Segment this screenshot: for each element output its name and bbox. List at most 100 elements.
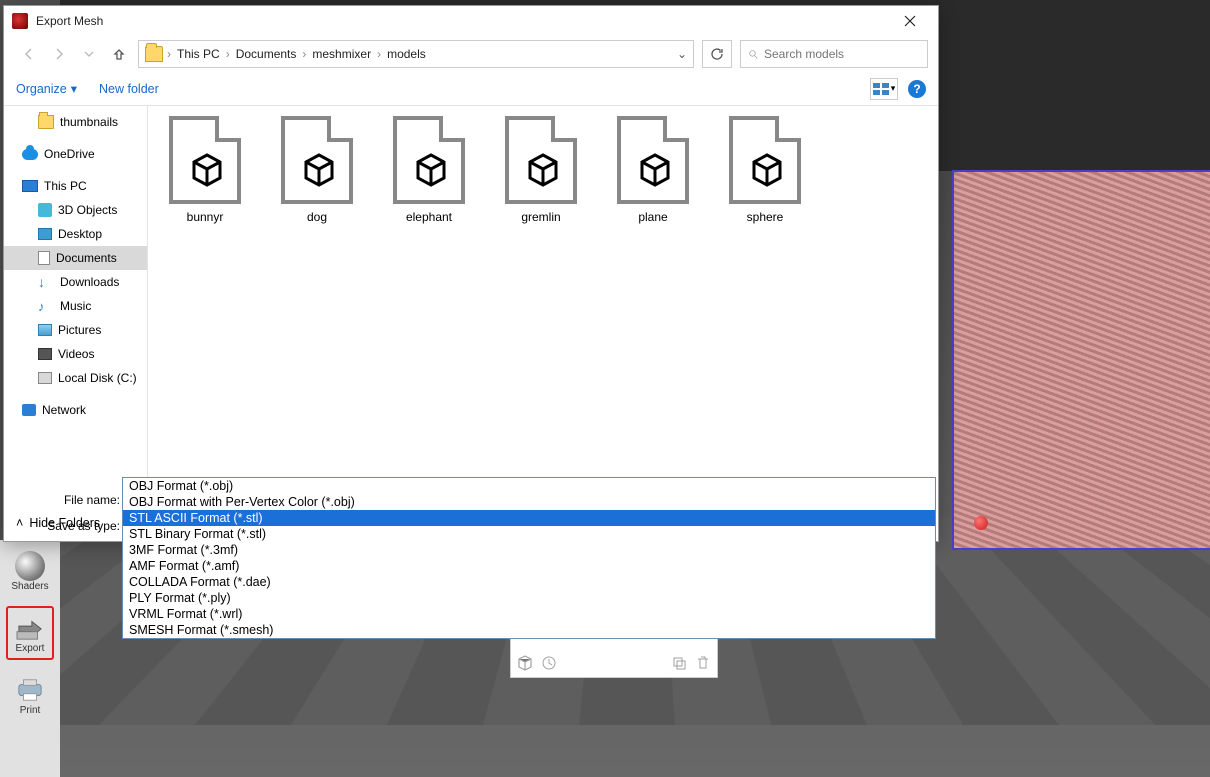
format-option[interactable]: COLLADA Format (*.dae) [123, 574, 935, 590]
tree-item-thumbnails[interactable]: thumbnails [4, 110, 147, 134]
print-label: Print [20, 705, 41, 716]
printer-icon [13, 675, 47, 705]
tree-item-label: Videos [58, 347, 94, 361]
clock-icon[interactable] [541, 655, 557, 671]
file-name: gremlin [521, 210, 560, 224]
breadcrumb-item[interactable]: Documents [234, 47, 299, 61]
tree-item-pictures[interactable]: Pictures [4, 318, 147, 342]
file-icon [617, 116, 689, 204]
breadcrumb-item[interactable]: models [385, 47, 428, 61]
tree-item-label: This PC [44, 179, 87, 193]
recent-button[interactable] [78, 43, 100, 65]
breadcrumb-item[interactable]: meshmixer [310, 47, 373, 61]
savetype-dropdown-list[interactable]: OBJ Format (*.obj)OBJ Format with Per-Ve… [122, 477, 936, 639]
tree-item-label: OneDrive [44, 147, 95, 161]
file-item[interactable]: dog [274, 116, 360, 224]
file-item[interactable]: elephant [386, 116, 472, 224]
print-button[interactable]: Print [6, 668, 54, 722]
file-icon [505, 116, 577, 204]
back-button[interactable] [18, 43, 40, 65]
organize-button[interactable]: Organize ▾ [16, 81, 77, 96]
export-icon [13, 613, 47, 643]
tree-item-desktop[interactable]: Desktop [4, 222, 147, 246]
breadcrumb-item[interactable]: This PC [175, 47, 222, 61]
nav-tree[interactable]: thumbnails OneDrive This PC 3D Objects Deskt… [4, 106, 148, 481]
nav-bar: › This PC › Documents › meshmixer › mode… [4, 36, 938, 72]
file-name: plane [638, 210, 667, 224]
copy-icon[interactable] [671, 655, 687, 671]
export-label: Export [16, 643, 45, 654]
format-option[interactable]: SMESH Format (*.smesh) [123, 622, 935, 638]
folder-icon [145, 46, 163, 62]
tree-item-label: 3D Objects [58, 203, 117, 217]
tree-item-label: Network [42, 403, 86, 417]
breadcrumb-sep: › [167, 47, 171, 61]
export-button[interactable]: Export [6, 606, 54, 660]
tree-item-label: Pictures [58, 323, 101, 337]
view-mode-button[interactable]: ▾ [870, 78, 898, 100]
filename-label: File name: [14, 493, 122, 507]
tree-item-music[interactable]: ♪Music [4, 294, 147, 318]
shaders-button[interactable]: Shaders [6, 544, 54, 598]
format-option[interactable]: VRML Format (*.wrl) [123, 606, 935, 622]
export-mesh-dialog: Export Mesh › This PC › Documents › mesh… [3, 5, 939, 542]
tree-item-this-pc[interactable]: This PC [4, 174, 147, 198]
viewport-mesh [952, 170, 1210, 550]
up-button[interactable] [108, 43, 130, 65]
format-option[interactable]: STL ASCII Format (*.stl) [123, 510, 935, 526]
file-item[interactable]: sphere [722, 116, 808, 224]
tree-item-documents[interactable]: Documents [4, 246, 147, 270]
file-item[interactable]: gremlin [498, 116, 584, 224]
tree-item-onedrive[interactable]: OneDrive [4, 142, 147, 166]
tree-item-label: Documents [56, 251, 117, 265]
close-button[interactable] [890, 6, 930, 36]
tree-item-label: Desktop [58, 227, 102, 241]
file-item[interactable]: plane [610, 116, 696, 224]
hide-folders-label: Hide Folders [29, 516, 100, 530]
tree-item-local-disk-c-[interactable]: Local Disk (C:) [4, 366, 147, 390]
search-icon [749, 48, 758, 61]
file-name: elephant [406, 210, 452, 224]
file-name: bunnyr [187, 210, 224, 224]
format-option[interactable]: 3MF Format (*.3mf) [123, 542, 935, 558]
refresh-button[interactable] [702, 40, 732, 68]
new-folder-button[interactable]: New folder [99, 82, 159, 96]
format-option[interactable]: AMF Format (*.amf) [123, 558, 935, 574]
search-box[interactable] [740, 40, 928, 68]
format-option[interactable]: STL Binary Format (*.stl) [123, 526, 935, 542]
dialog-titlebar: Export Mesh [4, 6, 938, 36]
tree-item-videos[interactable]: Videos [4, 342, 147, 366]
tree-item-3d-objects[interactable]: 3D Objects [4, 198, 147, 222]
search-input[interactable] [764, 47, 919, 61]
tree-item-label: Downloads [60, 275, 119, 289]
tree-item-downloads[interactable]: ↓Downloads [4, 270, 147, 294]
file-icon [169, 116, 241, 204]
help-button[interactable]: ? [908, 80, 926, 98]
viewport-gizmo [974, 516, 988, 530]
app-icon [12, 13, 28, 29]
address-dropdown-icon[interactable]: ⌄ [677, 47, 687, 61]
sphere-icon [15, 551, 45, 581]
file-name: dog [307, 210, 327, 224]
file-item[interactable]: bunnyr [162, 116, 248, 224]
dialog-title: Export Mesh [36, 14, 103, 28]
cube-icon[interactable] [517, 655, 533, 671]
tree-item-label: Local Disk (C:) [58, 371, 137, 385]
file-list[interactable]: bunnyr dog elephant gremlin plane sphere [148, 106, 938, 481]
format-option[interactable]: OBJ Format (*.obj) [123, 478, 935, 494]
app-left-toolbar: Shaders Export Print [0, 540, 60, 777]
tree-item-network[interactable]: Network [4, 398, 147, 422]
forward-button[interactable] [48, 43, 70, 65]
address-bar[interactable]: › This PC › Documents › meshmixer › mode… [138, 40, 694, 68]
trash-icon[interactable] [695, 655, 711, 671]
tree-item-label: Music [60, 299, 91, 313]
breadcrumb-sep: › [377, 47, 381, 61]
hide-folders-button[interactable]: ˄ Hide Folders [16, 516, 100, 530]
file-name: sphere [747, 210, 784, 224]
dialog-toolbar: Organize ▾ New folder ▾ ? [4, 72, 938, 106]
format-option[interactable]: PLY Format (*.ply) [123, 590, 935, 606]
shaders-label: Shaders [11, 581, 48, 592]
tree-item-label: thumbnails [60, 115, 118, 129]
format-option[interactable]: OBJ Format with Per-Vertex Color (*.obj) [123, 494, 935, 510]
breadcrumb-sep: › [226, 47, 230, 61]
